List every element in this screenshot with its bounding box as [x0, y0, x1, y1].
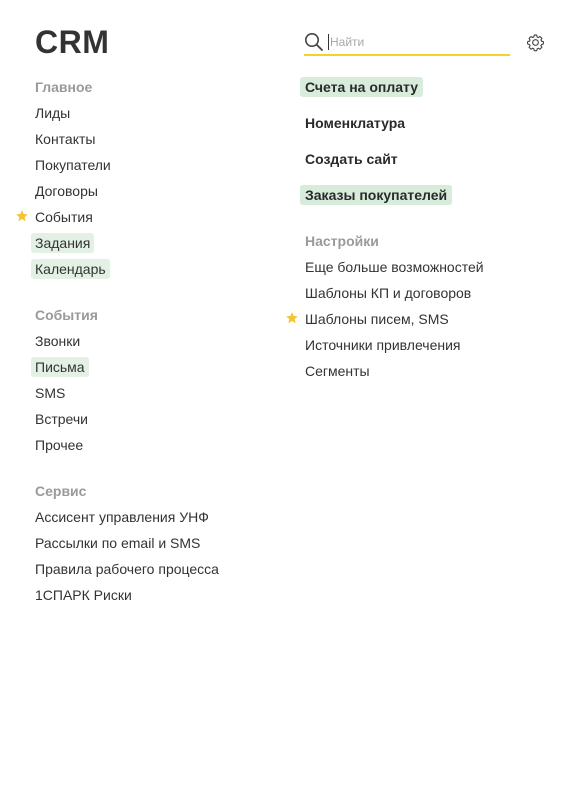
menu-item-label: Договоры [35, 183, 98, 199]
link-invoices[interactable]: Счета на оплату [300, 76, 565, 112]
menu-item-label: Контакты [35, 131, 96, 147]
menu-item-letter-templates[interactable]: Шаблоны писем, SMS [286, 308, 565, 334]
section-service: Сервис Ассисент управления УНФ Рассылки … [35, 480, 285, 610]
menu-item-label: Календарь [31, 259, 110, 279]
menu-item-label: Лиды [35, 105, 71, 121]
menu-item-spark-risks[interactable]: 1СПАРК Риски [35, 584, 285, 610]
menu-item-kp-templates[interactable]: Шаблоны КП и договоров [305, 282, 565, 308]
menu-item-label: Рассылки по email и SMS [35, 535, 201, 551]
link-label: Создать сайт [305, 151, 398, 167]
menu-item-leads[interactable]: Лиды [35, 102, 285, 128]
menu-item-label: События [35, 209, 93, 225]
menu-item-contracts[interactable]: Договоры [35, 180, 285, 206]
section-heading: Сервис [35, 483, 87, 499]
menu-item-label: Источники привлечения [305, 337, 461, 353]
menu-item-label: Звонки [35, 333, 81, 349]
menu-item-letters[interactable]: Письма [31, 356, 285, 382]
section-heading: События [35, 307, 98, 323]
link-create-site[interactable]: Создать сайт [305, 148, 565, 184]
right-column: Счета на оплату Номенклатура Создать сай… [286, 76, 565, 386]
page-title: CRM [35, 24, 110, 60]
link-label: Номенклатура [305, 115, 406, 131]
menu-item-label: Еще больше возможностей [305, 259, 484, 275]
menu-item-events[interactable]: События [16, 206, 285, 232]
menu-item-label: Правила рабочего процесса [35, 561, 219, 577]
menu-item-more-features[interactable]: Еще больше возможностей [305, 256, 565, 282]
menu-item-label: Задания [31, 233, 95, 253]
menu-item-label: SMS [35, 385, 66, 401]
section-heading: Настройки [305, 233, 379, 249]
menu-item-label: Сегменты [305, 363, 370, 379]
menu-item-customers[interactable]: Покупатели [35, 154, 285, 180]
menu-item-label: 1СПАРК Риски [35, 587, 132, 603]
menu-item-mailings[interactable]: Рассылки по email и SMS [35, 532, 285, 558]
gear-icon[interactable] [526, 33, 545, 52]
menu-item-segments[interactable]: Сегменты [305, 360, 565, 386]
section-heading: Главное [35, 79, 93, 95]
star-icon[interactable] [15, 209, 29, 223]
search-input[interactable] [330, 32, 506, 52]
link-nomenclature[interactable]: Номенклатура [305, 112, 565, 148]
menu-item-other[interactable]: Прочее [35, 434, 285, 460]
section-settings: Настройки Еще больше возможностей Шаблон… [286, 230, 565, 386]
menu-item-sms[interactable]: SMS [35, 382, 285, 408]
menu-item-label: Встречи [35, 411, 88, 427]
text-cursor [328, 34, 329, 50]
menu-item-contacts[interactable]: Контакты [35, 128, 285, 154]
menu-item-calls[interactable]: Звонки [35, 330, 285, 356]
menu-item-lead-sources[interactable]: Источники привлечения [305, 334, 565, 360]
menu-item-label: Ассисент управления УНФ [35, 509, 209, 525]
menu-item-tasks[interactable]: Задания [31, 232, 285, 258]
menu-item-label: Письма [31, 357, 89, 377]
menu-item-calendar[interactable]: Календарь [31, 258, 285, 284]
search-icon[interactable] [304, 32, 324, 52]
section-events: События Звонки Письма SMS Встречи Прочее [31, 304, 285, 460]
menu-item-label: Покупатели [35, 157, 111, 173]
link-label: Заказы покупателей [300, 185, 453, 205]
left-column: Главное Лиды Контакты Покупатели Договор… [16, 76, 285, 610]
menu-item-meetings[interactable]: Встречи [35, 408, 285, 434]
link-customer-orders[interactable]: Заказы покупателей [300, 184, 565, 220]
menu-item-label: Шаблоны КП и договоров [305, 285, 472, 301]
menu-item-label: Шаблоны писем, SMS [305, 311, 449, 327]
menu-item-workflow-rules[interactable]: Правила рабочего процесса [35, 558, 285, 584]
search-box[interactable] [304, 30, 510, 56]
star-icon[interactable] [285, 311, 299, 325]
section-main: Главное Лиды Контакты Покупатели Договор… [16, 76, 285, 284]
menu-item-label: Прочее [35, 437, 84, 453]
link-label: Счета на оплату [300, 77, 423, 97]
menu-item-assistant[interactable]: Ассисент управления УНФ [35, 506, 285, 532]
